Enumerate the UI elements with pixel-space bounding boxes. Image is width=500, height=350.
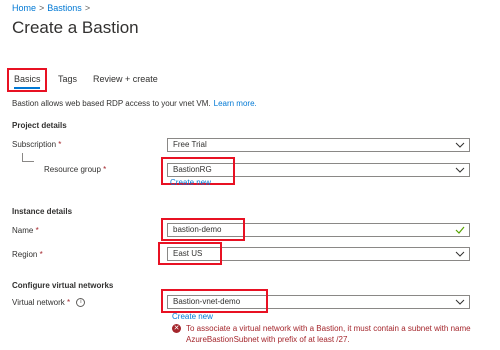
chevron-down-icon (455, 164, 465, 176)
highlight-box-basics (7, 68, 47, 92)
highlight-box-virtual-network (161, 289, 268, 313)
required-marker: * (103, 165, 107, 174)
breadcrumb-home-link[interactable]: Home (12, 3, 36, 13)
resource-group-label-text: Resource group (44, 165, 101, 174)
breadcrumb: Home > Bastions > (12, 3, 93, 13)
highlight-box-name (161, 218, 245, 241)
create-new-resource-group-link[interactable]: Create new (170, 178, 211, 187)
checkmark-icon (455, 225, 465, 235)
required-marker: * (39, 250, 43, 259)
subscription-dropdown[interactable]: Free Trial (167, 138, 470, 152)
chevron-down-icon (455, 296, 465, 308)
virtual-network-label: Virtual network * i (12, 298, 86, 308)
virtual-network-label-text: Virtual network (12, 298, 65, 307)
chevron-down-icon (455, 139, 465, 151)
tree-connector (22, 153, 34, 162)
chevron-down-icon (455, 248, 465, 260)
subscription-value: Free Trial (173, 140, 207, 149)
subscription-label-text: Subscription (12, 140, 57, 149)
region-label-text: Region (12, 250, 38, 259)
required-marker: * (58, 140, 62, 149)
highlight-box-region (158, 242, 222, 265)
breadcrumb-separator: > (39, 3, 45, 13)
breadcrumb-bastions-link[interactable]: Bastions (47, 3, 82, 13)
section-project-details: Project details (12, 121, 67, 130)
error-message: To associate a virtual network with a Ba… (186, 324, 471, 344)
create-new-virtual-network-link[interactable]: Create new (172, 312, 213, 321)
learn-more-link[interactable]: Learn more. (214, 99, 257, 108)
subscription-label: Subscription * (12, 140, 61, 149)
description-text: Bastion allows web based RDP access to y… (12, 99, 211, 108)
breadcrumb-separator: > (84, 3, 91, 13)
resource-group-label: Resource group * (44, 165, 106, 174)
required-marker: * (67, 298, 71, 307)
region-label: Region * (12, 250, 43, 259)
name-label: Name * (12, 226, 39, 235)
required-marker: * (35, 226, 39, 235)
name-label-text: Name (12, 226, 34, 235)
tab-review-create[interactable]: Review + create (93, 74, 158, 84)
description: Bastion allows web based RDP access to y… (12, 99, 257, 108)
page-title: Create a Bastion (12, 18, 139, 37)
info-icon[interactable]: i (76, 298, 86, 308)
section-instance-details: Instance details (12, 207, 73, 216)
tab-tags[interactable]: Tags (58, 74, 77, 84)
section-configure-virtual-networks: Configure virtual networks (12, 281, 114, 290)
